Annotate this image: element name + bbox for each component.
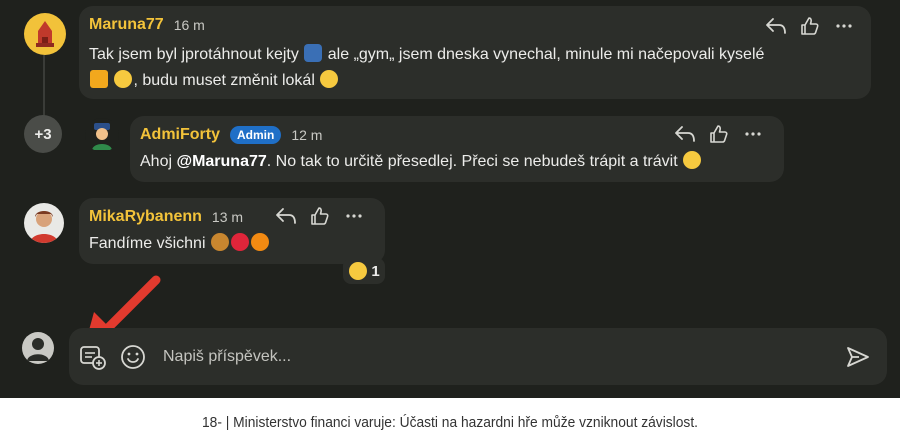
comment-mikarybanenn: MikaRybanenn 13 m Fandíme všichni [79,198,385,264]
comment-text: Tak jsem byl jprotáhnout kejty ale „gym„… [89,44,765,89]
lion-emoji [210,233,229,251]
comment-maruna77: Maruna77 16 m Tak jsem byl jprotáhnout k… [79,6,871,99]
thumbs-up-icon [311,207,329,225]
comment-admiforty: AdmiForty Admin 12 m Ahoj @Maruna77. No … [130,116,784,182]
runner-emoji [304,44,323,62]
castle-avatar-icon [36,21,54,47]
reaction-count: 1 [371,262,380,280]
admiforty-avatar[interactable] [85,118,119,152]
more-options-button[interactable] [736,122,770,146]
comment-input[interactable] [163,328,823,385]
admin-badge: Admin [230,126,282,144]
send-button[interactable] [845,344,871,370]
reaction-joy[interactable]: 1 [343,258,385,284]
more-dots-icon [836,24,852,28]
show-more-replies-button[interactable]: +3 [24,115,62,153]
comment-text: Ahoj @Maruna77. No tak to určitě přesedl… [140,149,780,175]
chat-screen: Maruna77 16 m Tak jsem byl jprotáhnout k… [0,0,900,398]
maruna77-avatar[interactable] [24,13,66,55]
send-icon [847,347,869,367]
comment-composer [69,328,887,385]
rolling-eyes-emoji [114,70,133,88]
reply-button[interactable] [269,204,303,228]
red-circle-emoji [230,233,249,251]
thumbs-up-icon [710,125,728,143]
mikarybanenn-avatar[interactable] [24,203,64,243]
orange-circle-emoji [250,233,269,251]
comment-time: 12 m [291,127,323,143]
user-mention-link[interactable]: @Maruna77 [176,153,266,170]
more-dots-icon [346,214,362,218]
like-button[interactable] [793,14,827,38]
image-caption: 18- | Ministerstvo financi varuje: Účast… [201,414,698,431]
person-avatar-icon [30,211,58,243]
like-button[interactable] [303,204,337,228]
comment-time: 13 m [211,209,244,225]
reply-icon [675,126,695,142]
rofl-emoji [683,151,702,169]
add-attachment-icon [80,346,106,370]
reply-icon [766,18,786,34]
comment-text: Fandíme všichni [89,231,379,257]
emoji-icon [121,345,145,369]
thumbs-up-icon [801,17,819,35]
emoji-picker-button[interactable] [119,343,147,371]
add-attachment-button[interactable] [79,343,107,371]
police-avatar-icon [92,123,112,150]
reply-icon [276,208,296,224]
joy-emoji [349,262,368,280]
like-button[interactable] [702,122,736,146]
more-options-button[interactable] [827,14,861,38]
comment-author[interactable]: AdmiForty [140,126,220,144]
grinning-emoji [320,70,339,88]
user-avatar-icon [27,338,49,361]
current-user-avatar[interactable] [22,332,54,364]
comment-time: 16 m [173,17,205,33]
reply-button[interactable] [759,14,793,38]
more-options-button[interactable] [337,204,371,228]
comment-author[interactable]: Maruna77 [89,16,164,34]
reply-button[interactable] [668,122,702,146]
comment-author[interactable]: MikaRybanenn [89,208,202,226]
more-dots-icon [745,132,761,136]
beer-emoji [90,70,108,88]
